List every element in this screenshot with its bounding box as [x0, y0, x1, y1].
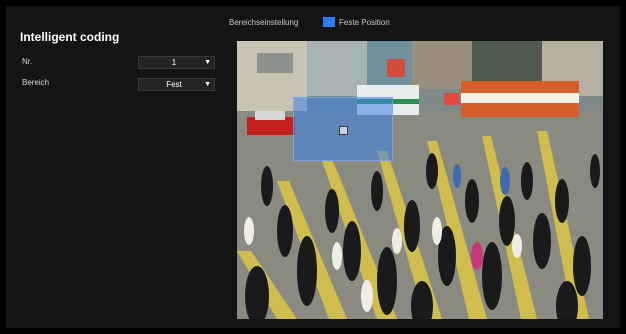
chevron-down-icon: ▼ [204, 59, 211, 66]
nr-select[interactable]: 1 ▼ [138, 56, 215, 69]
area-setting-label: Bereichseinstellung [229, 18, 299, 27]
bereich-select[interactable]: Fest ▼ [138, 78, 215, 91]
region-drag-handle[interactable] [339, 126, 348, 135]
nr-select-value: 1 [171, 58, 177, 67]
bereich-label: Bereich [22, 78, 50, 87]
street-crossing-image [237, 41, 603, 319]
chevron-down-icon: ▼ [204, 81, 211, 88]
legend-swatch-fixed-position [323, 17, 335, 27]
legend-label: Feste Position [339, 18, 390, 27]
app-frame: Intelligent coding Nr. 1 ▼ Bereich Fest … [0, 0, 626, 334]
fixed-position-region[interactable] [293, 97, 393, 161]
page-title: Intelligent coding [20, 30, 120, 44]
nr-label: Nr. [22, 57, 33, 66]
video-preview[interactable] [237, 41, 603, 319]
bereich-select-value: Fest [166, 80, 182, 89]
